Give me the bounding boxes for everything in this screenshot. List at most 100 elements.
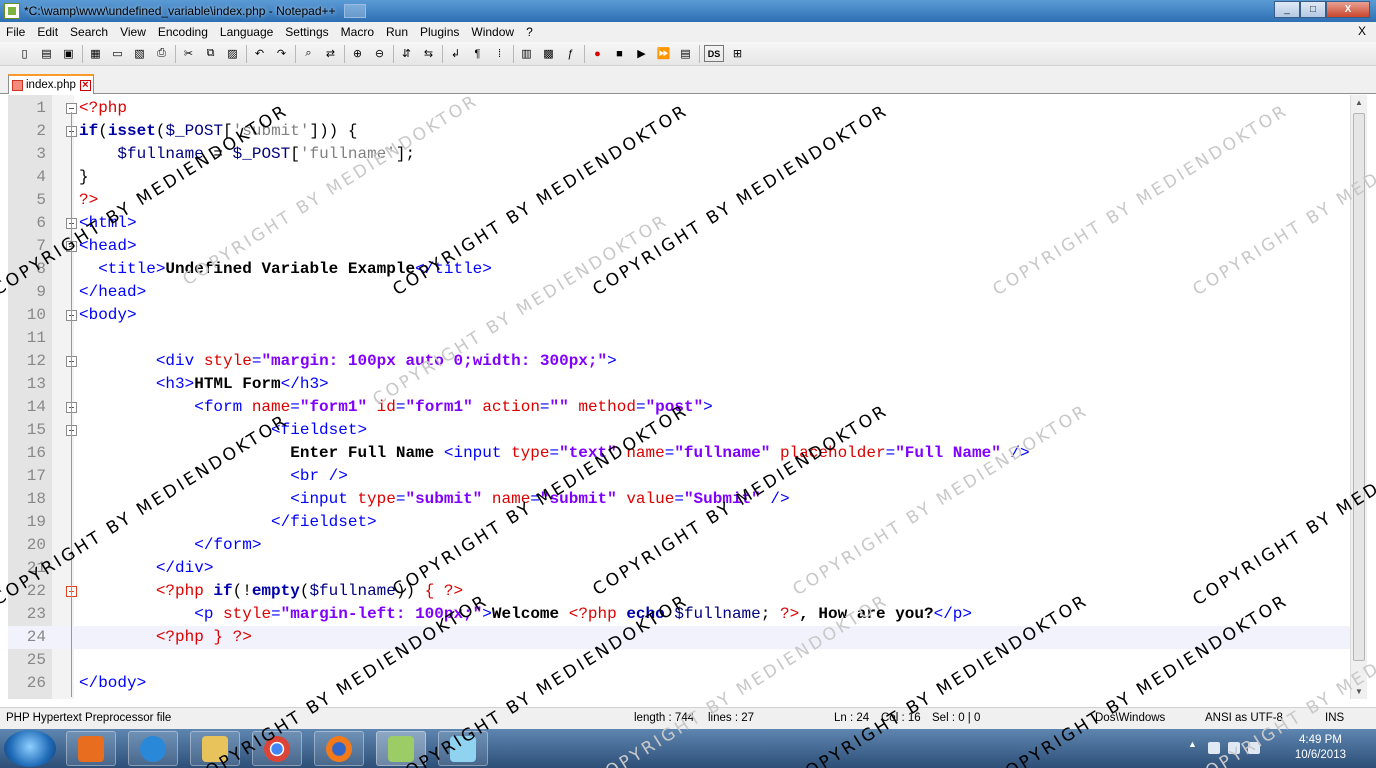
new-file-icon[interactable]: ▯ — [16, 45, 33, 62]
line-number: 24 — [26, 628, 46, 646]
line-number: 11 — [26, 329, 46, 347]
close-icon[interactable]: ▭ — [109, 45, 126, 62]
play-icon[interactable]: ▶ — [633, 45, 650, 62]
toolbar-separator — [295, 44, 296, 63]
all-chars-icon[interactable]: ¶ — [469, 45, 486, 62]
save-macro-icon[interactable]: ▤ — [677, 45, 694, 62]
code-line[interactable]: 10 <body> — [8, 304, 1350, 327]
firefox-icon[interactable] — [314, 731, 364, 766]
print-icon[interactable]: ⎙ — [153, 45, 170, 62]
line-number: 6 — [36, 214, 46, 232]
ds-icon[interactable]: DS — [704, 45, 724, 62]
title-bar: *C:\wamp\www\undefined_variable\index.ph… — [0, 0, 1376, 22]
toolbar-separator — [344, 44, 345, 63]
status-ln: Ln : 24 — [834, 712, 870, 724]
line-number: 1 — [36, 99, 46, 117]
start-button[interactable] — [4, 730, 56, 767]
code-line[interactable]: 12 <div style="margin: 100px auto 0;widt… — [8, 350, 1350, 373]
window-title: *C:\wamp\www\undefined_variable\index.ph… — [24, 4, 336, 18]
menu-search[interactable]: Search — [64, 25, 114, 39]
menu-plugins[interactable]: Plugins — [414, 25, 465, 39]
internet-explorer-icon[interactable] — [128, 731, 178, 766]
tab-label: index.php — [26, 79, 76, 91]
toolbar-separator — [246, 44, 247, 63]
toolbar-separator — [82, 44, 83, 63]
line-number: 13 — [26, 375, 46, 393]
menu-encoding[interactable]: Encoding — [152, 25, 214, 39]
action-center-icon[interactable] — [1208, 742, 1220, 754]
sync-v-icon[interactable]: ⇵ — [398, 45, 415, 62]
save-icon[interactable]: ▣ — [60, 45, 77, 62]
show-hidden-icon[interactable]: ▲ — [1188, 739, 1197, 751]
sync-h-icon[interactable]: ⇆ — [420, 45, 437, 62]
menu-run[interactable]: Run — [380, 25, 414, 39]
replace-icon[interactable]: ⇄ — [322, 45, 339, 62]
menu-file[interactable]: File — [0, 25, 31, 39]
line-number: 14 — [26, 398, 46, 416]
line-number: 19 — [26, 513, 46, 531]
tab-bar: index.php × — [0, 66, 1376, 94]
code-line[interactable]: 21 </div> — [8, 557, 1350, 580]
code-text: <?php } ?> — [155, 628, 252, 646]
menu-bar: File Edit Search View Encoding Language … — [0, 22, 1376, 42]
open-icon[interactable]: ▤ — [38, 45, 55, 62]
code-line[interactable]: 11 — [8, 327, 1350, 350]
maximize-button[interactable]: □ — [1300, 1, 1326, 18]
close-document-button[interactable]: X — [1358, 24, 1366, 38]
code-line[interactable]: 9 </head> — [8, 281, 1350, 304]
close-all-icon[interactable]: ▧ — [131, 45, 148, 62]
wrap-icon[interactable]: ↲ — [447, 45, 464, 62]
stop-icon[interactable]: ■ — [611, 45, 628, 62]
line-number: 23 — [26, 605, 46, 623]
scroll-up-icon[interactable]: ▲ — [1355, 98, 1363, 107]
menu-macro[interactable]: Macro — [335, 25, 380, 39]
undo-icon[interactable]: ↶ — [251, 45, 268, 62]
code-line[interactable]: 13 <h3>HTML Form</h3> — [8, 373, 1350, 396]
line-number: 15 — [26, 421, 46, 439]
find-icon[interactable]: ⌕ — [300, 45, 317, 62]
minimize-button[interactable]: _ — [1274, 1, 1300, 18]
copy-icon[interactable]: ⧉ — [202, 45, 219, 62]
cut-icon[interactable]: ✂ — [180, 45, 197, 62]
menu-language[interactable]: Language — [214, 25, 279, 39]
function-list-icon[interactable]: ƒ — [562, 45, 579, 62]
udl-icon[interactable]: ▥ — [518, 45, 535, 62]
toolbar: ▯ ▤ ▣ ▦ ▭ ▧ ⎙ ✂ ⧉ ▨ ↶ ↷ ⌕ ⇄ ⊕ ⊖ ⇵ ⇆ ↲ ¶ ⁞ ▥ ▩ ƒ ● ■ ▶ ⏩ ▤ DS ⊞ — [0, 42, 1376, 66]
media-player-icon[interactable] — [66, 731, 116, 766]
clock[interactable]: 4:49 PM 10/6/2013 — [1295, 733, 1346, 763]
menu-settings[interactable]: Settings — [279, 25, 334, 39]
clock-time: 4:49 PM — [1299, 734, 1342, 746]
code-text: <h3>HTML Form</h3> — [155, 375, 329, 393]
code-line[interactable]: 24 <?php } ?> — [8, 626, 1350, 649]
toolbar-separator — [584, 44, 585, 63]
line-number: 20 — [26, 536, 46, 554]
line-number: 3 — [36, 145, 46, 163]
toolbar-separator — [175, 44, 176, 63]
zoom-out-icon[interactable]: ⊖ — [371, 45, 388, 62]
redo-icon[interactable]: ↷ — [273, 45, 290, 62]
tab-close-icon[interactable]: × — [79, 79, 91, 91]
line-number: 10 — [26, 306, 46, 324]
menu-window[interactable]: Window — [465, 25, 520, 39]
indent-guide-icon[interactable]: ⁞ — [491, 45, 508, 62]
zoom-in-icon[interactable]: ⊕ — [349, 45, 366, 62]
doc-map-icon[interactable]: ▩ — [540, 45, 557, 62]
menu-view[interactable]: View — [114, 25, 152, 39]
play-multi-icon[interactable]: ⏩ — [655, 45, 672, 62]
code-text: ?> — [79, 191, 99, 209]
menu-edit[interactable]: Edit — [31, 25, 64, 39]
code-line[interactable]: 25 — [8, 649, 1350, 672]
paste-icon[interactable]: ▨ — [224, 45, 241, 62]
line-number: 25 — [26, 651, 46, 669]
plugin-icon[interactable]: ⊞ — [729, 45, 746, 62]
line-number: 2 — [36, 122, 46, 140]
code-line[interactable]: 18 <input type="submit" name="submit" va… — [8, 488, 1350, 511]
close-button[interactable]: X — [1326, 1, 1370, 18]
save-all-icon[interactable]: ▦ — [87, 45, 104, 62]
clock-date: 10/6/2013 — [1294, 749, 1346, 761]
tab-index-php[interactable]: index.php × — [8, 74, 94, 94]
line-number: 12 — [26, 352, 46, 370]
menu-help[interactable]: ? — [520, 25, 539, 39]
record-icon[interactable]: ● — [589, 45, 606, 62]
code-text: </div> — [155, 559, 214, 577]
